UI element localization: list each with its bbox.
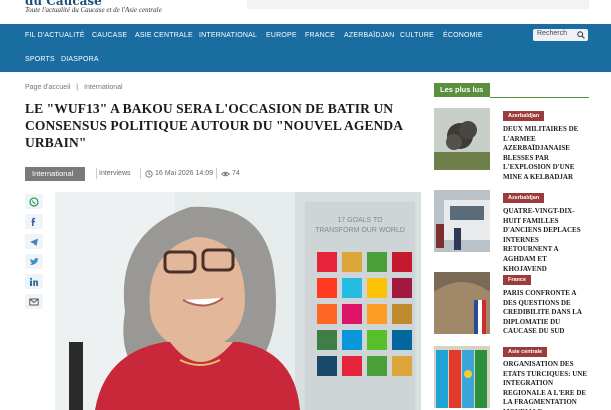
sidebar-heading-rule <box>490 97 589 98</box>
site-tagline: Toute l'actualité du Caucase et de l'Asi… <box>25 6 162 14</box>
hero-photo: 17 GOALS TO TRANSFORM OUR WORLD <box>55 192 421 410</box>
article-author[interactable]: Interviews <box>99 170 131 177</box>
sidebar-tag-2[interactable]: Azerbaïdjan <box>503 193 545 203</box>
nav-item-diaspora[interactable]: DIASPORA <box>61 56 99 63</box>
share-twitter-button[interactable] <box>25 254 43 269</box>
article-title-line: LE "WUF13" A BAKOU SERA L'OCCASION DE BA… <box>25 101 394 116</box>
share-whatsapp-button[interactable] <box>25 194 43 209</box>
nav-item-france[interactable]: FRANCE <box>305 32 335 39</box>
sidebar-thumb-4[interactable] <box>434 346 490 408</box>
article-hero-image: 17 GOALS TO TRANSFORM OUR WORLD <box>55 192 421 410</box>
nav-item-asie-centrale[interactable]: ASIE CENTRALE <box>135 32 193 39</box>
nav-item-europe[interactable]: EUROPE <box>266 32 297 39</box>
sidebar-title-2[interactable]: QUATRE-VINGT-DIX-HUIT FAMILLES D'ANCIENS… <box>503 207 589 274</box>
sidebar-thumb-3[interactable] <box>434 272 490 334</box>
sidebar-title-1[interactable]: DEUX MILITAIRES DE L'ARMEE AZERBAÏDJANAI… <box>503 125 589 183</box>
nav-item-azerbaidjan[interactable]: AZERBAÏDJAN <box>344 32 394 39</box>
search-input[interactable]: Recherch <box>537 30 567 37</box>
view-count: 74 <box>232 170 240 177</box>
sdg-poster-text-2: TRANSFORM OUR WORLD <box>315 227 405 234</box>
sidebar-thumb-2[interactable] <box>434 190 490 252</box>
breadcrumb-separator: | <box>76 84 79 91</box>
sidebar-tag-3[interactable]: France <box>503 275 532 285</box>
meta-divider <box>96 168 97 179</box>
sidebar-thumb-1[interactable] <box>434 108 490 170</box>
nav-item-fil-actualite[interactable]: FIL D'ACTUALITÉ <box>25 32 85 39</box>
nav-item-international[interactable]: INTERNATIONAL <box>199 32 257 39</box>
nav-item-culture[interactable]: CULTURE <box>400 32 434 39</box>
telegram-icon <box>30 238 38 246</box>
article-title: LE "WUF13" A BAKOU SERA L'OCCASION DE BA… <box>25 100 420 151</box>
site-header: du Caucase Toute l'actualité du Caucase … <box>0 0 611 24</box>
article-date: 16 Mai 2026 14:09 <box>155 170 213 177</box>
sidebar-tag-4[interactable]: Asie centrale <box>503 347 548 357</box>
article-title-line: URBAIN" <box>25 135 87 150</box>
share-telegram-button[interactable] <box>25 234 43 249</box>
sdg-poster-text: 17 GOALS TO <box>337 217 383 224</box>
share-linkedin-button[interactable] <box>25 274 43 289</box>
breadcrumb-home[interactable]: Page d'accueil <box>25 84 70 91</box>
whatsapp-icon <box>29 197 39 207</box>
search-icon[interactable] <box>577 31 585 39</box>
bus-image <box>434 190 490 252</box>
nav-item-economie[interactable]: ÉCONOMIE <box>443 32 483 39</box>
sidebar-title-4[interactable]: ORGANISATION DES ETATS TURCIQUES: UNE IN… <box>503 360 589 410</box>
article-title-line: CONSENSUS POLITIQUE AUTOUR DU "NOUVEL AG… <box>25 118 404 133</box>
explosion-image <box>434 108 490 170</box>
breadcrumb: Page d'accueil | International <box>25 84 127 91</box>
flags-image <box>434 346 490 408</box>
sidebar-tag-1[interactable]: Azerbaïdjan <box>503 111 545 121</box>
palace-image <box>434 272 490 334</box>
eye-icon <box>221 171 230 177</box>
sidebar-title-3[interactable]: PARIS CONFRONTE A DES QUESTIONS DE CREDI… <box>503 289 589 337</box>
meta-divider <box>140 168 141 179</box>
breadcrumb-international[interactable]: International <box>84 84 123 91</box>
clock-icon <box>145 170 153 178</box>
nav-item-sports[interactable]: SPORTS <box>25 56 55 63</box>
header-banner <box>247 0 589 9</box>
sdg-poster: 17 GOALS TO TRANSFORM OUR WORLD <box>305 202 415 410</box>
nav-item-caucase[interactable]: CAUCASE <box>92 32 127 39</box>
facebook-icon <box>31 217 35 226</box>
search-box[interactable]: Recherch <box>533 29 588 41</box>
share-facebook-button[interactable] <box>25 214 43 229</box>
email-icon <box>29 298 39 306</box>
sidebar-heading: Les plus lus <box>434 83 490 97</box>
linkedin-icon <box>29 277 38 286</box>
share-email-button[interactable] <box>25 294 43 309</box>
main-nav: FIL D'ACTUALITÉ CAUCASE ASIE CENTRALE IN… <box>0 24 611 72</box>
meta-divider <box>216 168 217 179</box>
category-badge[interactable]: International <box>25 167 85 181</box>
twitter-icon <box>30 257 39 265</box>
